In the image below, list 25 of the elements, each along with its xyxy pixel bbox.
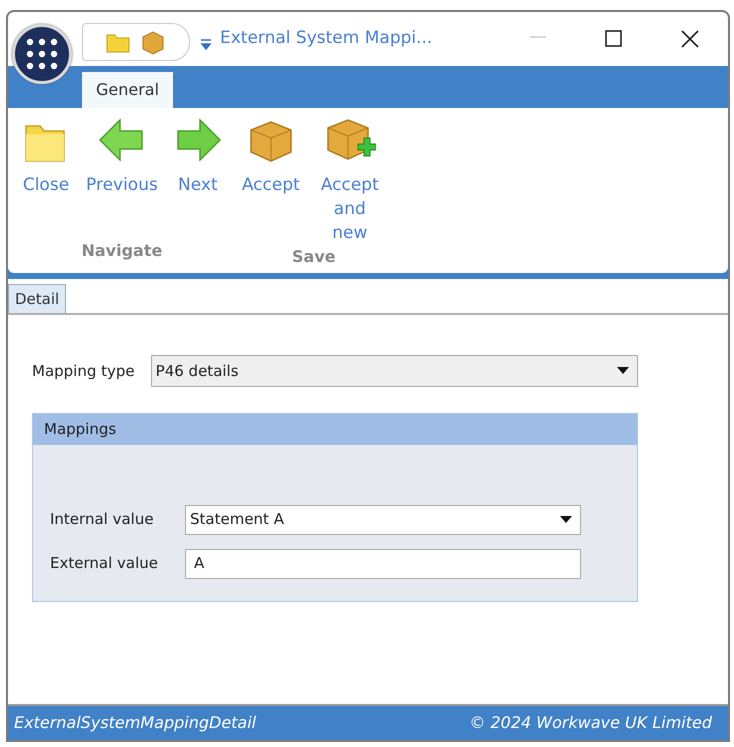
status-text: ExternalSystemMappingDetail <box>14 712 256 734</box>
ribbon-button[interactable]: Next <box>172 114 224 198</box>
ribbon-button[interactable]: Accept and new <box>314 114 386 246</box>
field-label: Mapping type <box>32 360 135 382</box>
copyright-text: © 2024 Workwave UK Limited <box>469 712 712 734</box>
group-label: Save <box>292 246 336 268</box>
maximize-icon[interactable] <box>604 29 624 49</box>
field-label: Internal value <box>50 509 155 530</box>
internal-value-dropdown[interactable]: Statement A <box>185 504 581 534</box>
dropdown-arrow-icon <box>560 516 572 524</box>
detail-tab[interactable]: Detail <box>8 284 66 313</box>
ribbon-button[interactable]: Accept <box>242 114 300 246</box>
dropdown-arrow-icon <box>617 367 629 375</box>
ribbon-tab[interactable]: General <box>82 72 174 108</box>
panel-title: Mappings <box>33 414 637 444</box>
window-title: External System Mappi... <box>220 27 432 50</box>
app-menu-button[interactable] <box>12 24 72 84</box>
external-value-field[interactable]: A <box>185 548 581 578</box>
close-icon[interactable] <box>680 29 700 49</box>
group-label: Navigate <box>81 240 162 262</box>
ribbon-button[interactable]: Close <box>20 114 72 198</box>
ribbon-button[interactable]: Previous <box>86 114 158 198</box>
dropdown-icon[interactable] <box>200 37 212 51</box>
mapping-type-dropdown[interactable]: P46 details <box>150 355 638 387</box>
field-label: External value <box>50 553 159 574</box>
